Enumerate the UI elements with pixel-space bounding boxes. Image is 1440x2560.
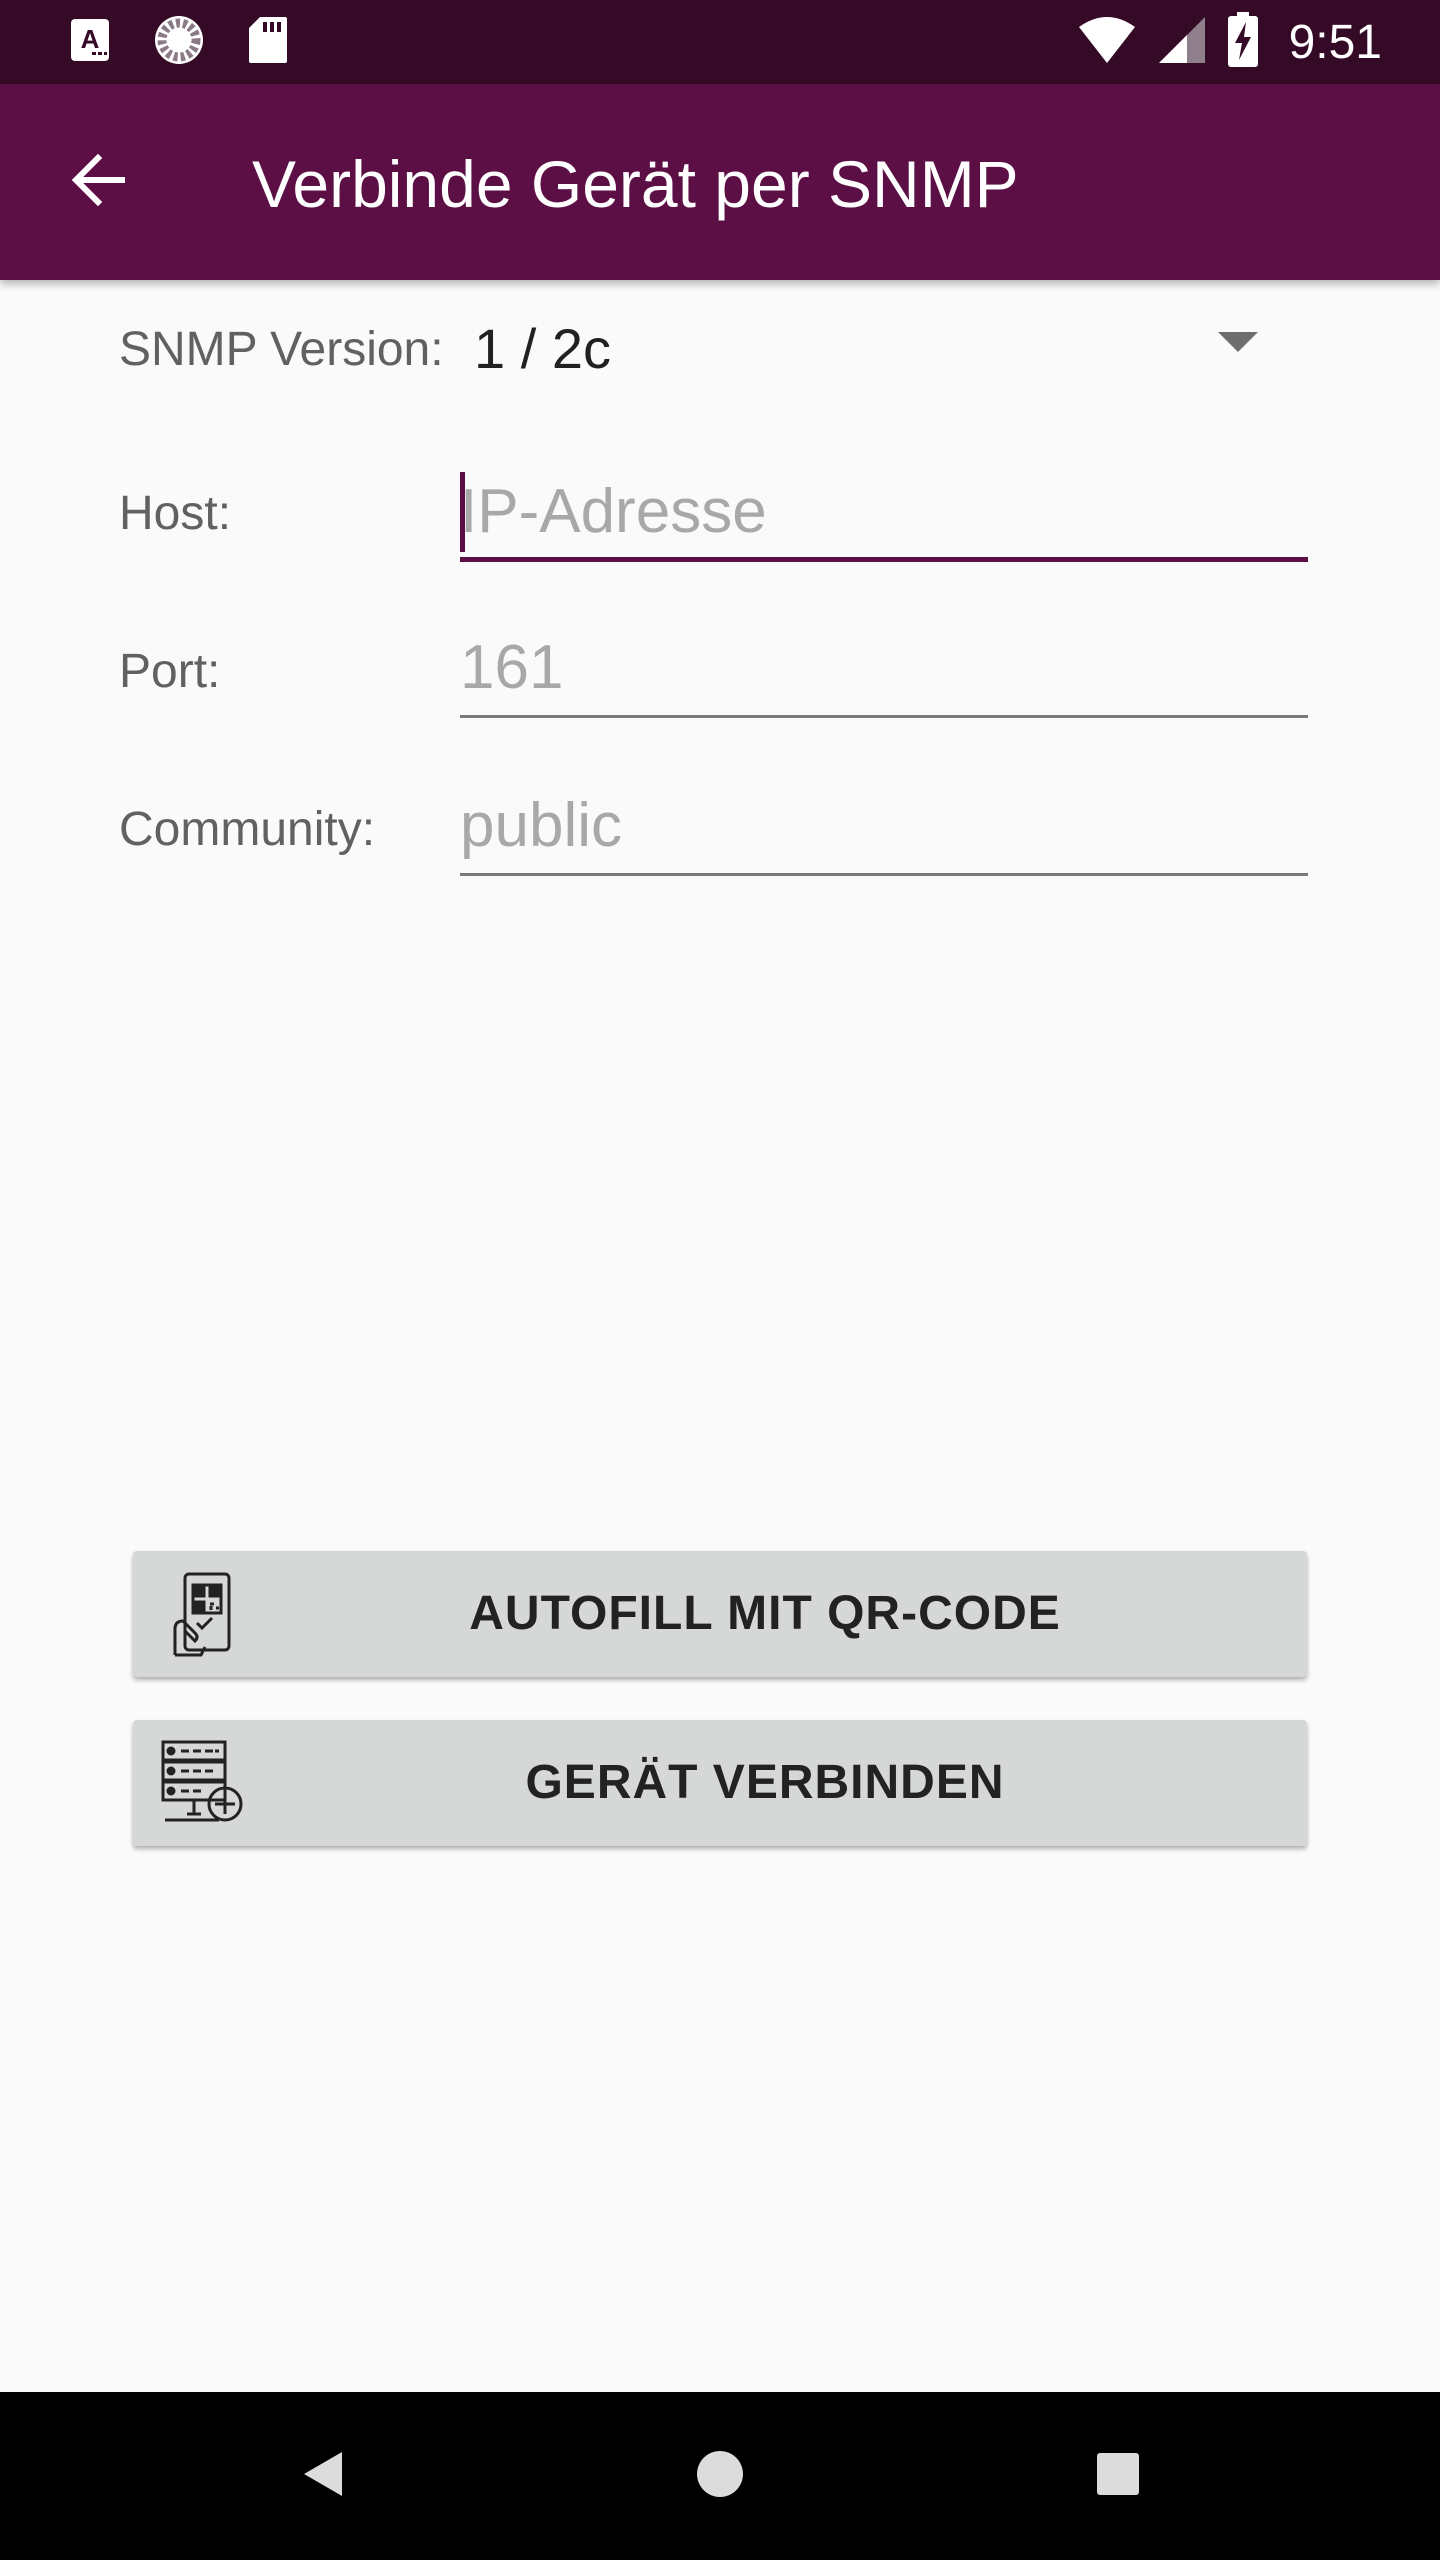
nav-back-button[interactable] — [274, 2428, 370, 2524]
dropdown-arrow-icon — [1218, 332, 1258, 352]
cell-signal-icon — [1157, 15, 1207, 70]
arrow-left-icon — [68, 150, 128, 215]
autofill-qr-label: AUTOFILL MIT QR-CODE — [469, 1587, 1061, 1640]
font-a-icon: A — [70, 18, 110, 67]
wifi-icon — [1077, 15, 1137, 70]
recents-square-icon — [1096, 2452, 1140, 2501]
port-label: Port: — [119, 645, 221, 698]
community-label: Community: — [119, 803, 376, 856]
screen: A 9:51 Verbinde Gerät per SNMP SNMP Vers… — [0, 0, 1440, 2560]
back-triangle-icon — [298, 2448, 346, 2505]
community-field — [460, 780, 1308, 876]
back-button[interactable] — [46, 130, 150, 234]
host-label: Host: — [119, 487, 232, 540]
page-title: Verbinde Gerät per SNMP — [252, 147, 1019, 221]
svg-text:A: A — [81, 24, 100, 54]
host-field — [460, 466, 1308, 562]
sd-card-icon — [248, 16, 288, 69]
battery-charging-icon — [1227, 11, 1259, 73]
community-input[interactable] — [460, 780, 1308, 870]
nav-home-button[interactable] — [672, 2428, 768, 2524]
nav-recents-button[interactable] — [1070, 2428, 1166, 2524]
port-input[interactable] — [460, 622, 1308, 712]
status-bar: A 9:51 — [0, 0, 1440, 84]
snmp-version-value: 1 / 2c — [474, 317, 611, 380]
connect-device-button[interactable]: GERÄT VERBINDEN — [133, 1720, 1307, 1846]
autofill-qr-button[interactable]: AUTOFILL MIT QR-CODE — [133, 1551, 1307, 1677]
app-bar: Verbinde Gerät per SNMP — [0, 84, 1440, 280]
sync-progress-icon — [152, 13, 206, 72]
clock: 9:51 — [1288, 15, 1382, 69]
connect-device-label: GERÄT VERBINDEN — [525, 1756, 1005, 1809]
status-bar-notifications: A — [70, 15, 288, 69]
home-circle-icon — [695, 2449, 745, 2504]
host-input[interactable] — [460, 466, 1308, 556]
port-field — [460, 622, 1308, 718]
snmp-version-label: SNMP Version: — [119, 323, 444, 376]
status-bar-system: 9:51 — [1077, 11, 1382, 73]
navigation-bar — [0, 2392, 1440, 2560]
